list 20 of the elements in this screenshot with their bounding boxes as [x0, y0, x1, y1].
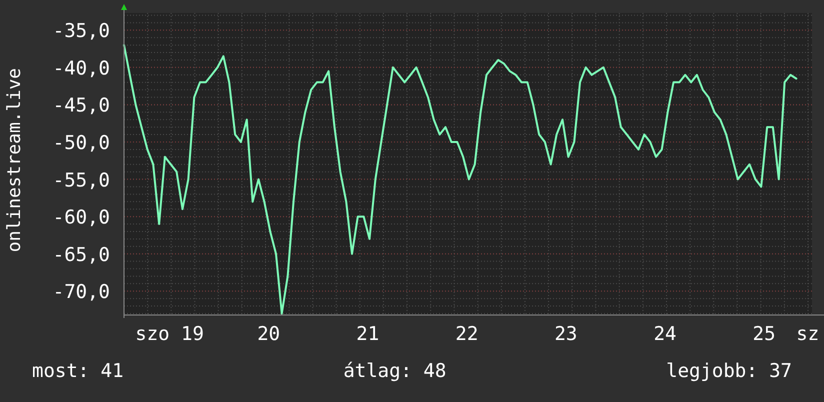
y-tick-label: -50,0: [52, 132, 110, 154]
x-tick-label: 20: [257, 323, 280, 345]
stat-text: átlag: 48: [343, 360, 446, 382]
x-tick-label: 22: [455, 323, 478, 345]
y-tick-label: -55,0: [52, 169, 110, 192]
y-tick-label: -70,0: [52, 281, 110, 304]
y-tick-label: -65,0: [52, 244, 110, 266]
x-tick-label: 21: [356, 323, 380, 345]
x-tick-label: 25: [752, 323, 776, 345]
x-tick-label: szo 19: [135, 323, 204, 345]
x-tick-label: 24: [654, 323, 676, 345]
y-tick-label: -60,0: [52, 206, 110, 229]
x-tick-label: 23: [554, 323, 578, 345]
x-tick-label: sz: [796, 323, 820, 345]
stat-text: legjobb: 37: [666, 360, 792, 382]
axis-label: onlinestream.live: [4, 68, 24, 252]
y-tick-label: -40,0: [52, 57, 110, 80]
stat-text: most: 41: [32, 360, 124, 382]
y-tick-label: -35,0: [52, 20, 110, 42]
y-tick-label: -45,0: [52, 94, 110, 117]
